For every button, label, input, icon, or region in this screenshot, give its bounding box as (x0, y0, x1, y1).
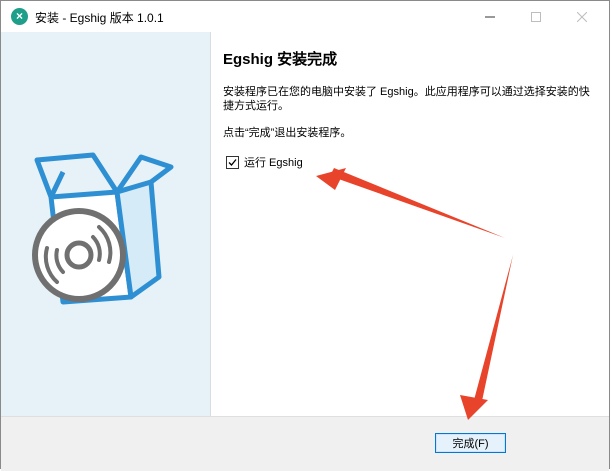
checkbox-box[interactable] (226, 155, 239, 169)
pane-divider (210, 32, 211, 416)
app-logo-icon: × (11, 8, 28, 25)
maximize-icon (531, 11, 541, 22)
installer-window: × 安装 - Egshig 版本 1.0.1 Egshig 安装完成 安装程序已… (0, 0, 610, 471)
minimize-button[interactable] (467, 1, 513, 32)
run-app-checkbox[interactable]: 运行 Egshig (226, 154, 303, 170)
window-title: 安装 - Egshig 版本 1.0.1 (35, 11, 164, 25)
title-bar[interactable]: × 安装 - Egshig 版本 1.0.1 (1, 1, 609, 32)
install-box-disc-icon (32, 152, 174, 305)
maximize-button[interactable] (513, 1, 559, 32)
run-app-label: 运行 Egshig (244, 157, 303, 169)
minimize-icon (485, 16, 495, 17)
finish-button[interactable]: 完成(F) (435, 433, 506, 453)
close-icon (577, 11, 587, 22)
wizard-content: Egshig 安装完成 安装程序已在您的电脑中安装了 Egshig。此应用程序可… (1, 32, 609, 416)
checkmark-icon (228, 158, 237, 166)
wizard-footer: 完成(F) (1, 416, 609, 471)
close-button[interactable] (559, 1, 605, 32)
page-title: Egshig 安装完成 (223, 51, 338, 68)
completion-description: 安装程序已在您的电脑中安装了 Egshig。此应用程序可以通过选择安装的快捷方式… (223, 86, 590, 112)
wizard-side-panel (1, 32, 210, 416)
finish-hint: 点击“完成”退出安装程序。 (223, 127, 352, 139)
